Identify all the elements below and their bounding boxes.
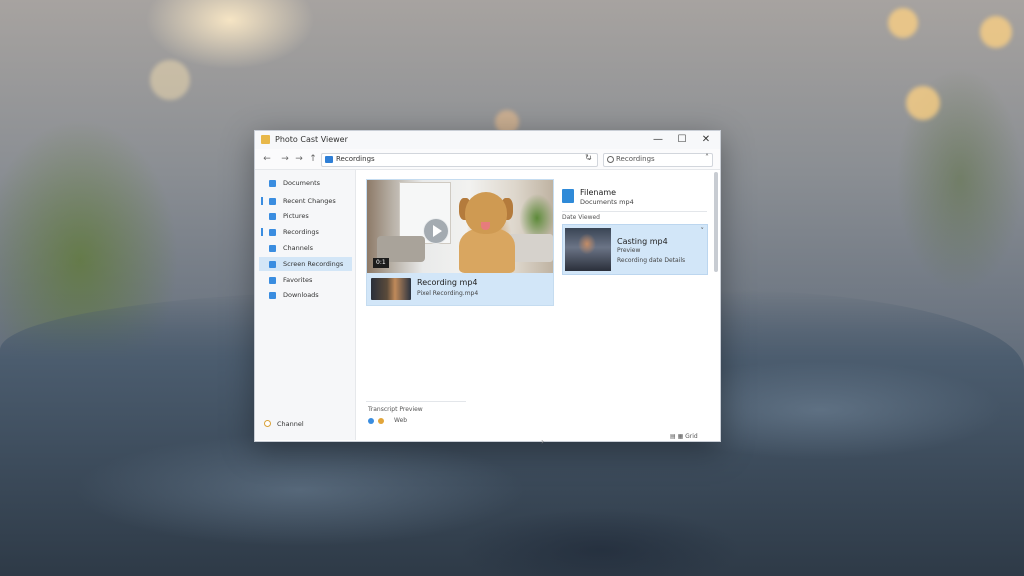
- sidebar-item-label: Recordings: [283, 228, 319, 236]
- recording-subtitle: Preview: [617, 247, 641, 254]
- sidebar-item-downloads[interactable]: Downloads: [259, 288, 352, 302]
- sidebar-item-channels[interactable]: Channels: [259, 241, 352, 255]
- sidebar-item-label: Channels: [283, 244, 314, 252]
- image-icon: [269, 213, 276, 220]
- status-label: Transcript Preview: [368, 406, 423, 413]
- folder-icon: [269, 245, 276, 252]
- pin-marker: [261, 197, 263, 205]
- chevron-down-icon[interactable]: ˅: [701, 227, 705, 235]
- recording-thumbnail: [565, 228, 611, 271]
- app-window: Photo Cast Viewer — ☐ ✕ ← → → ↑ Recordin…: [254, 130, 721, 446]
- sidebar-item-label: Favorites: [283, 276, 313, 284]
- content-area: 0:1 Recording mp4 Pixel Recording.mp4 › …: [356, 170, 720, 446]
- monitor-icon: [269, 261, 276, 268]
- address-text: Recordings: [336, 155, 375, 163]
- navigation-bar: ← → → ↑ Recordings ⌄ ↻ Recordings ˄: [255, 149, 720, 170]
- file-icon: [562, 189, 574, 203]
- search-icon: [607, 156, 614, 163]
- address-bar[interactable]: Recordings ⌄: [321, 153, 598, 167]
- sidebar-item-screen-recordings[interactable]: Screen Recordings: [259, 257, 352, 271]
- app-icon: [261, 135, 270, 144]
- window-title: Photo Cast Viewer: [275, 135, 348, 144]
- refresh-button[interactable]: ↻: [585, 153, 592, 162]
- sidebar-item-label: Pictures: [283, 212, 309, 220]
- details-pane: Filename Documents mp4 Date Viewed Casti…: [562, 179, 712, 279]
- folder-icon: [269, 198, 276, 205]
- mini-thumbnail: [371, 278, 411, 300]
- divider: [366, 401, 466, 402]
- sidebar: Documents Recent Changes Pictures Record…: [255, 170, 356, 440]
- video-icon: [269, 229, 276, 236]
- recording-details: Recording date Details: [617, 257, 686, 264]
- details-title: Filename: [580, 188, 617, 197]
- sidebar-item-pictures[interactable]: Pictures: [259, 209, 352, 223]
- chevron-right-icon[interactable]: ›: [541, 437, 544, 446]
- bokeh-light: [888, 8, 918, 38]
- video-title: Recording mp4: [417, 278, 478, 287]
- chevron-up-icon[interactable]: ˄: [705, 153, 709, 162]
- gear-icon: [264, 420, 271, 427]
- play-icon: [433, 225, 442, 237]
- back-button[interactable]: ←: [261, 152, 273, 166]
- folder-icon: [325, 156, 333, 163]
- sidebar-item-favorites[interactable]: Favorites: [259, 273, 352, 287]
- duration-badge: 0:1: [373, 258, 389, 268]
- thumbnail-dog: [459, 228, 515, 273]
- search-input[interactable]: Recordings ˄: [603, 153, 713, 167]
- status-text: Web: [394, 417, 408, 424]
- details-caption: Date Viewed: [562, 214, 600, 221]
- sidebar-item-label: Recent Changes: [283, 197, 336, 205]
- download-icon: [269, 292, 276, 299]
- bokeh-light: [980, 16, 1012, 48]
- sidebar-item-label: Downloads: [283, 291, 319, 299]
- forward-button[interactable]: →: [279, 152, 291, 166]
- view-switcher[interactable]: ▤ ▦ Grid: [670, 433, 698, 440]
- video-subtitle: Pixel Recording.mp4: [417, 290, 479, 297]
- video-thumbnail[interactable]: 0:1: [367, 180, 553, 273]
- thumbnail-dog: [481, 222, 490, 230]
- recording-card[interactable]: Casting mp4 Preview Recording date Detai…: [562, 224, 708, 275]
- bokeh-light: [906, 86, 940, 120]
- sidebar-item-channel[interactable]: Channel: [261, 417, 351, 431]
- close-button[interactable]: ✕: [699, 133, 713, 147]
- folder-icon: [269, 180, 276, 187]
- video-card-info[interactable]: Recording mp4 Pixel Recording.mp4: [367, 273, 553, 305]
- minimize-button[interactable]: —: [651, 133, 665, 147]
- sidebar-item-recordings[interactable]: Recordings: [259, 225, 352, 239]
- sidebar-item-documents[interactable]: Documents: [259, 176, 352, 190]
- bokeh-light: [150, 60, 190, 100]
- star-icon: [269, 277, 276, 284]
- sidebar-item-label: Screen Recordings: [283, 260, 344, 268]
- sidebar-item-recent-changes[interactable]: Recent Changes: [259, 194, 352, 208]
- sidebar-item-label: Channel: [277, 420, 304, 428]
- search-text: Recordings: [616, 155, 655, 163]
- recording-title: Casting mp4: [617, 237, 668, 246]
- title-bar: Photo Cast Viewer — ☐ ✕: [255, 131, 720, 149]
- up-button[interactable]: ↑: [307, 152, 319, 166]
- video-card[interactable]: 0:1 Recording mp4 Pixel Recording.mp4: [366, 179, 554, 306]
- details-subtitle: Documents mp4: [580, 198, 634, 206]
- sidebar-item-label: Documents: [283, 179, 321, 187]
- scrollbar[interactable]: [714, 172, 718, 272]
- divider: [562, 211, 707, 212]
- share-icon[interactable]: [378, 418, 384, 424]
- globe-icon[interactable]: [368, 418, 374, 424]
- maximize-button[interactable]: ☐: [675, 133, 689, 147]
- pin-marker: [261, 228, 263, 236]
- recent-locations-button[interactable]: →: [293, 152, 305, 166]
- status-icons: [368, 417, 388, 427]
